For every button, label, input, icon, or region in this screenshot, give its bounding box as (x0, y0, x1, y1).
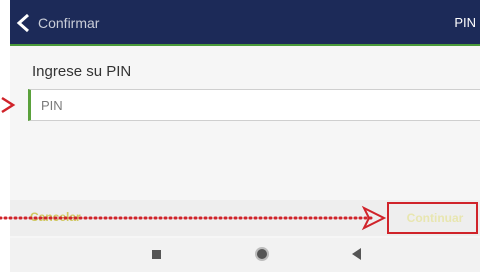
header-right-label: PIN (454, 15, 476, 30)
back-button[interactable]: Confirmar (14, 10, 144, 36)
header-title: Confirmar (38, 15, 100, 31)
pin-prompt-label: Ingrese su PIN (32, 63, 132, 80)
circle-icon[interactable] (255, 247, 269, 261)
continue-highlight-box (387, 202, 478, 234)
android-nav-bar (10, 238, 480, 272)
chevron-left-icon (16, 13, 29, 33)
app-header: Confirmar PIN (10, 0, 480, 46)
cancel-button[interactable]: Cancelar (30, 210, 81, 224)
pin-input[interactable] (28, 89, 480, 121)
square-icon[interactable] (152, 250, 161, 259)
triangle-back-icon[interactable] (352, 248, 361, 260)
